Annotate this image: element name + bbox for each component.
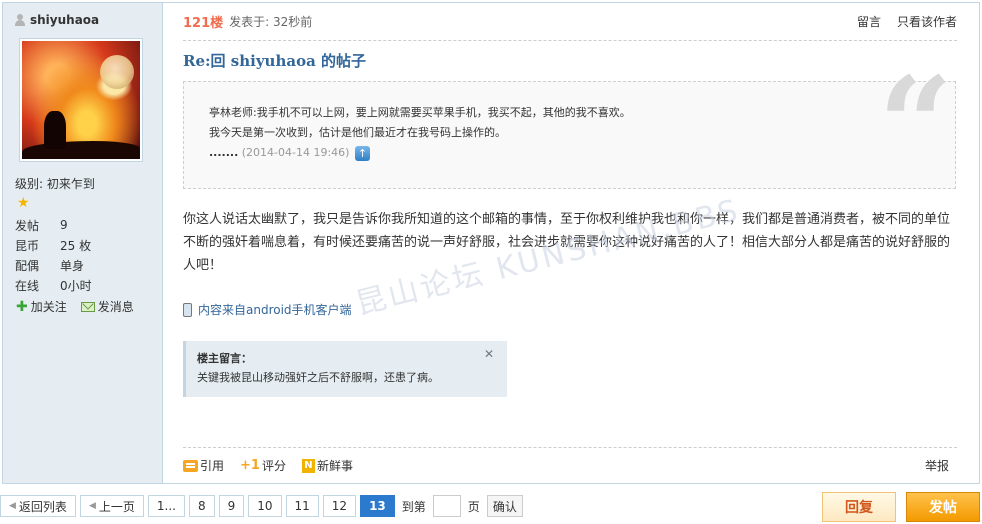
close-icon[interactable]: ✕ — [484, 347, 494, 361]
post-container: shiyuhaoa 级别: 初来乍到 ★ 发帖 9 昆币 25 枚 配偶 单身 — [2, 2, 980, 484]
avatar-moon — [100, 55, 134, 89]
current-page: 13 — [360, 495, 395, 517]
report-link[interactable]: 举报 — [925, 457, 949, 474]
quote-line: 亭林老师:我手机不可以上网，要上网就需要买苹果手机，我买不起，其他的我不喜欢。 — [209, 106, 631, 119]
stat-key: 配偶 — [15, 258, 40, 273]
user-icon — [15, 14, 25, 26]
page-unit-label: 页 — [467, 499, 480, 514]
prev-page-button[interactable]: ◀ 上一页 — [79, 495, 144, 517]
page-number-input[interactable] — [432, 495, 461, 517]
author-username[interactable]: shiyuhaoa — [30, 13, 99, 27]
quote-line: 我今天是第一次收到，估计是他们最近才在我号码上操作的。 — [209, 126, 506, 139]
page-first[interactable]: 1... — [147, 495, 185, 517]
page-link[interactable]: 12 — [322, 495, 357, 517]
quote-icon — [183, 459, 198, 472]
follow-button[interactable]: ✚ 加关注 — [16, 298, 67, 315]
post-content: 121楼 发表于: 32秒前 留言 只看该作者 Re:回 shiyuhaoa 的… — [163, 3, 979, 483]
stat-value: 9 — [60, 218, 68, 232]
prev-page-label: 上一页 — [98, 499, 135, 514]
page-link[interactable]: 10 — [248, 495, 282, 517]
back-to-list-label: 返回列表 — [18, 499, 67, 514]
rate-label: 评分 — [261, 459, 286, 473]
phone-icon — [183, 302, 192, 317]
quote-dots: ....... — [209, 146, 239, 159]
owner-note-text: 关键我被昆山移动强奸之后不舒服啊，还患了病。 — [197, 371, 439, 384]
post-header-links: 留言 只看该作者 — [857, 13, 957, 30]
device-source-label: 内容来自android手机客户端 — [198, 303, 352, 317]
post-body: 你这人说话太幽默了，我只是告诉你我所知道的这个邮箱的事情，至于你权利维护我也和你… — [183, 212, 951, 273]
author-stats: 发帖 9 昆币 25 枚 配偶 单身 在线 0小时 — [15, 215, 162, 295]
stat-value: 0小时 — [60, 278, 92, 293]
stat-row: 昆币 25 枚 — [15, 235, 162, 255]
post-header: 121楼 发表于: 32秒前 留言 只看该作者 — [183, 3, 957, 41]
stat-row: 发帖 9 — [15, 215, 162, 235]
stat-value: 25 枚 — [60, 238, 92, 253]
page-link[interactable]: 11 — [285, 495, 319, 517]
stat-key: 发帖 — [15, 218, 40, 233]
stat-key: 在线 — [15, 278, 40, 293]
post-actions: 引用 +1 评分 N 新鲜事 举报 — [183, 447, 957, 483]
owner-note: 楼主留言： 关键我被昆山移动强奸之后不舒服啊，还患了病。 ✕ — [183, 341, 507, 397]
fresh-label: 新鲜事 — [316, 459, 353, 473]
avatar-ground — [22, 141, 140, 159]
plus-icon: ✚ — [16, 298, 28, 315]
avatar-silhouette — [44, 111, 66, 149]
author-level: 级别: 初来乍到 — [15, 177, 95, 191]
follow-label: 加关注 — [30, 300, 67, 314]
floor-number: 121楼 — [183, 16, 224, 31]
author-name-row: shiyuhaoa — [15, 13, 162, 27]
goto-label: 到第 — [401, 499, 426, 514]
pagination: ◀ 返回列表 ◀ 上一页 1... 8 9 10 11 12 13 到第 页 确… — [0, 494, 523, 518]
post-title: Re:回 shiyuhaoa 的帖子 — [183, 52, 367, 70]
quote-meta: ....... (2014-04-14 19:46) ↑ — [209, 143, 955, 163]
leave-comment-link[interactable]: 留言 — [857, 13, 881, 30]
author-panel: shiyuhaoa 级别: 初来乍到 ★ 发帖 9 昆币 25 枚 配偶 单身 — [3, 3, 163, 483]
quote-label: 引用 — [200, 459, 225, 473]
device-source[interactable]: 内容来自android手机客户端 — [183, 301, 979, 318]
mail-icon — [80, 301, 95, 312]
star-icon: ★ — [17, 195, 30, 211]
reply-button[interactable]: 回复 — [822, 492, 896, 522]
avatar-frame — [19, 38, 143, 162]
jump-to-quote-icon[interactable]: ↑ — [354, 145, 370, 161]
quote-mark-icon: “ — [878, 48, 953, 201]
owner-note-title: 楼主留言： — [197, 352, 252, 365]
stat-row: 在线 0小时 — [15, 275, 162, 295]
send-message-label: 发消息 — [97, 300, 134, 314]
quote-button[interactable]: 引用 — [183, 457, 224, 474]
author-actions: ✚ 加关注 发消息 — [16, 298, 162, 315]
avatar[interactable] — [22, 41, 140, 159]
fresh-button[interactable]: N 新鲜事 — [301, 457, 353, 474]
stat-key: 昆币 — [15, 238, 40, 253]
back-to-list-button[interactable]: ◀ 返回列表 — [0, 495, 76, 517]
page-link[interactable]: 9 — [218, 495, 245, 517]
confirm-button[interactable]: 确认 — [486, 495, 523, 517]
new-post-button[interactable]: 发帖 — [906, 492, 980, 522]
left-arrow-icon: ◀ — [88, 501, 96, 511]
only-author-link[interactable]: 只看该作者 — [897, 13, 957, 30]
quote-block: 亭林老师:我手机不可以上网，要上网就需要买苹果手机，我买不起，其他的我不喜欢。 … — [183, 60, 956, 190]
news-icon: N — [301, 458, 315, 473]
quote-time: (2014-04-14 19:46) — [241, 146, 350, 159]
stat-row: 配偶 单身 — [15, 255, 162, 275]
rate-button[interactable]: +1 评分 — [240, 457, 286, 474]
left-arrow-icon: ◀ — [9, 501, 16, 511]
posted-time: 发表于: 32秒前 — [229, 15, 313, 29]
page-link[interactable]: 8 — [188, 495, 215, 517]
send-message-button[interactable]: 发消息 — [80, 298, 134, 315]
rate-icon: +1 — [240, 458, 260, 473]
stat-value: 单身 — [60, 258, 85, 273]
